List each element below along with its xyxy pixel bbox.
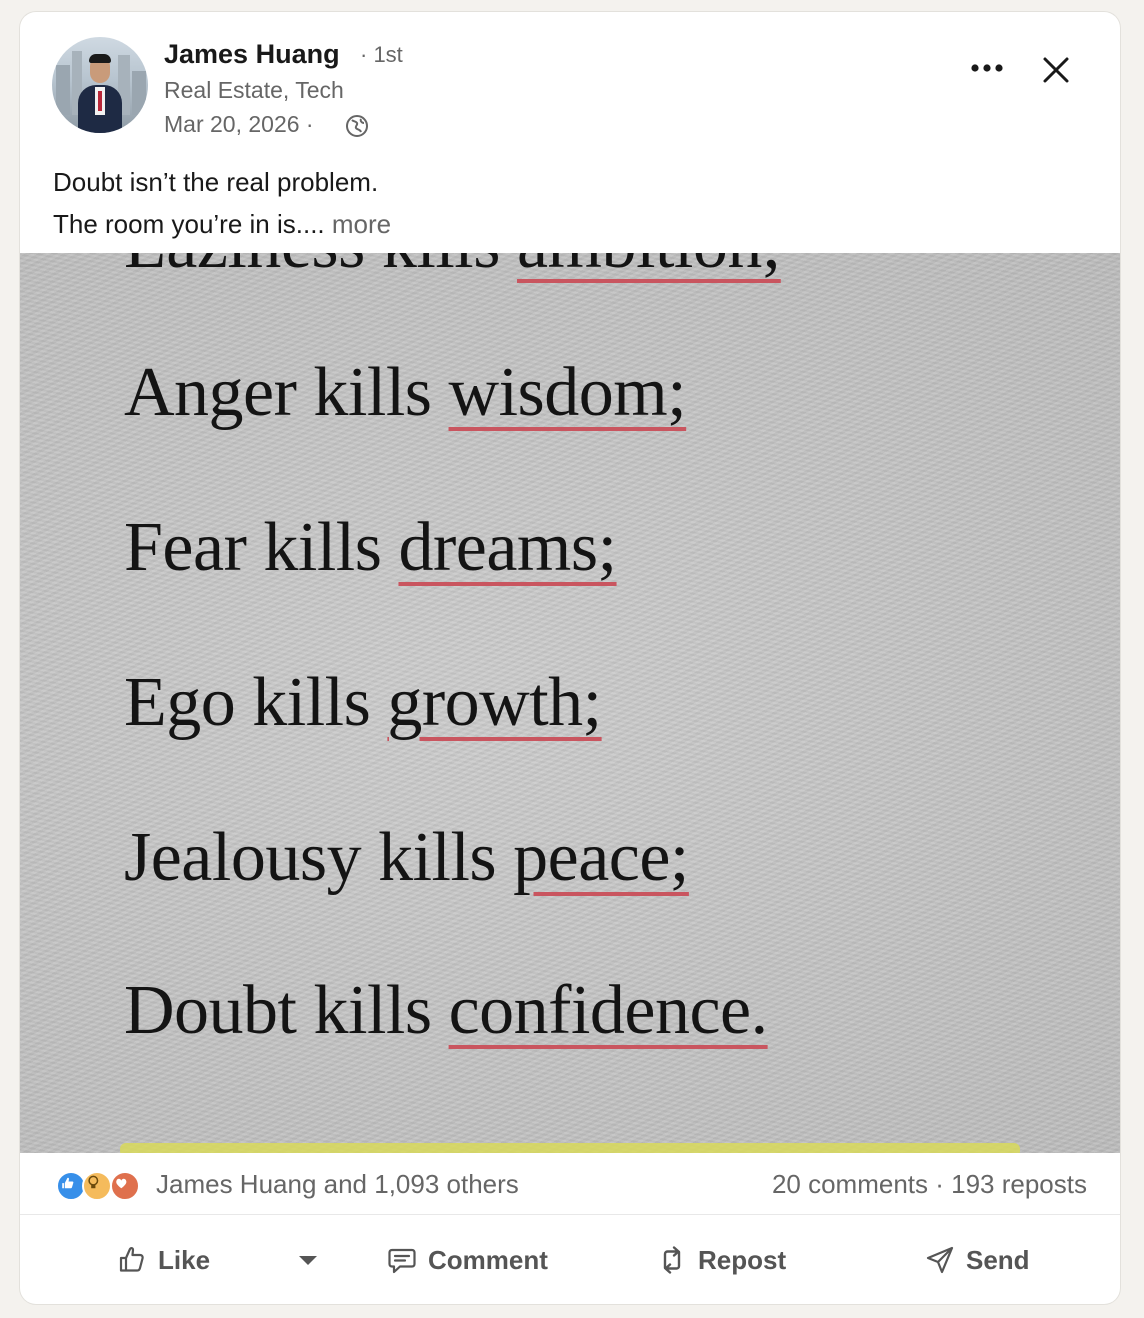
image-text-line-5-underlined: confidence. [448,972,769,1049]
repost-label: Repost [698,1244,787,1275]
post-date: Mar 20, 2026 · [164,111,314,137]
image-text-line-partial: Laziness kills ambition; [124,253,781,285]
reactors-summary[interactable]: James Huang and 1,093 others [156,1169,519,1200]
comments-reposts-count[interactable]: 20 comments · 193 reposts [772,1169,1087,1200]
repost-icon [663,1246,681,1274]
image-text-line-1-underlined: wisdom; [448,354,687,431]
comment-button[interactable]: Comment [386,1232,548,1288]
image-text-line-3: Ego kills growth; [124,663,602,743]
post-text-line-1: Doubt isn’t the real problem. [53,167,379,197]
image-text-line-2-plain: Fear kills [124,509,399,586]
like-button[interactable]: Like [116,1232,210,1288]
insightful-reaction-icon [82,1171,112,1201]
image-text-line-5: Doubt kills confidence. [124,971,768,1051]
image-text-line-2-underlined: dreams; [398,509,617,586]
post-text-line-2: The room you’re in is.... more [53,203,391,245]
image-text-line-3-underlined: growth; [387,664,602,741]
repost-button[interactable]: Repost [656,1232,786,1288]
comment-label: Comment [428,1244,548,1275]
author-headline: Real Estate, Tech [164,77,344,103]
post-card: James Huang · 1st Real Estate, Tech Mar … [20,12,1120,1304]
image-text-line-4-underlined: peace; [513,819,689,896]
post-text: Doubt isn’t the real problem. The room y… [53,161,391,245]
see-more-link[interactable]: more [332,209,391,239]
image-text-line-4-plain: Jealousy kills [124,819,514,896]
send-button[interactable]: Send [924,1232,1030,1288]
image-text-partial-plain: Laziness kills [124,253,517,283]
reaction-picker-caret-icon[interactable] [296,1248,320,1272]
love-reaction-icon [110,1171,140,1201]
author-avatar[interactable] [52,37,148,133]
author-name[interactable]: James Huang [164,39,340,70]
image-text-line-1-plain: Anger kills [124,354,449,431]
image-highlight-strip [120,1143,1020,1153]
image-text-line-2: Fear kills dreams; [124,508,617,588]
like-icon [119,1247,144,1272]
reaction-icons[interactable] [56,1168,146,1202]
connection-degree: · 1st [360,42,403,67]
comment-icon [388,1248,416,1274]
post-image[interactable]: Laziness kills ambition; Anger kills wis… [20,253,1120,1153]
send-label: Send [966,1244,1030,1275]
globe-icon [346,115,368,137]
image-text-partial-underlined: ambition; [517,253,781,283]
image-text-line-1: Anger kills wisdom; [124,353,687,433]
post-text-line-2-content: The room you’re in is.... [53,209,325,239]
image-text-line-4: Jealousy kills peace; [124,818,689,898]
more-options-icon[interactable] [968,59,1006,77]
image-text-line-3-plain: Ego kills [124,664,388,741]
close-icon[interactable] [1040,54,1072,86]
actions-divider [20,1214,1120,1215]
like-label: Like [158,1244,211,1275]
send-icon [926,1246,954,1274]
image-text-line-5-plain: Doubt kills [124,972,449,1049]
